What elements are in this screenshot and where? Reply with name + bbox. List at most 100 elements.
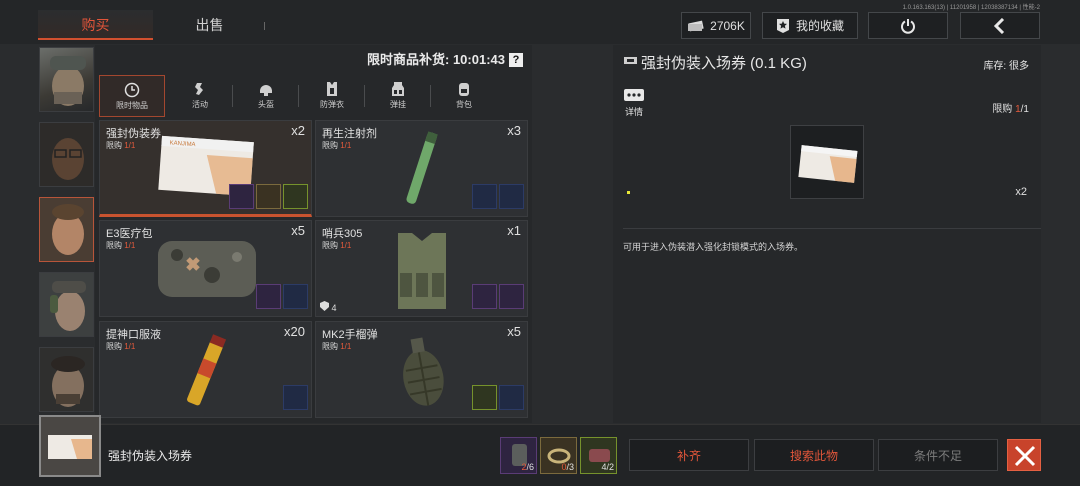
requirement-item-icon[interactable] <box>256 284 281 309</box>
armor-level: 4 <box>320 301 337 313</box>
detail-divider <box>623 228 1041 229</box>
clock-icon <box>124 82 140 98</box>
version-text: 1.0.163.163(13) | 11201958 | 12038387134… <box>902 5 1040 11</box>
close-icon <box>1014 445 1036 467</box>
item-limit: 限购 1/1 <box>322 141 352 150</box>
tonic-image <box>187 334 227 406</box>
chevron-left-icon <box>993 17 1005 34</box>
requirement-slot-ring[interactable]: 0/3 <box>540 437 577 474</box>
close-button[interactable] <box>1007 439 1041 471</box>
detail-quantity: x2 <box>1015 186 1027 198</box>
grenade-image <box>403 337 444 406</box>
requirement-item-icon[interactable] <box>283 385 308 410</box>
item-name: 提神口服液 <box>106 329 161 341</box>
character-avatar-2[interactable] <box>39 122 94 187</box>
event-icon <box>195 83 203 95</box>
category-rig[interactable]: 弹挂 <box>365 75 431 117</box>
rig-icon <box>392 82 404 96</box>
requirement-ammo-icon[interactable] <box>499 385 524 410</box>
requirement-item-icon[interactable] <box>499 284 524 309</box>
item-limit: 限购 1/1 <box>322 342 352 351</box>
help-button[interactable]: ? <box>509 53 523 67</box>
category-limited[interactable]: 限时物品 <box>99 75 165 117</box>
vest-image <box>398 233 446 309</box>
item-name: 再生注射剂 <box>322 128 377 140</box>
selected-item-name: 强封伪装入场券 <box>108 449 193 463</box>
requirement-slot-chip[interactable]: 4/2 <box>580 437 617 474</box>
chat-bubble-icon <box>624 89 644 101</box>
shield-icon <box>320 301 329 311</box>
marker-dot <box>627 191 630 194</box>
selected-item-thumbnail[interactable] <box>39 415 101 477</box>
requirement-can-icon[interactable] <box>229 184 254 209</box>
category-bar: 限时物品 活动 头盔 防弹衣 弹挂 背包 <box>95 75 532 117</box>
requirement-chip-icon[interactable] <box>283 184 308 209</box>
fill-button[interactable]: 补齐 <box>629 439 749 471</box>
conditions-not-met-button[interactable]: 条件不足 <box>878 439 998 471</box>
item-card-tonic[interactable]: 提神口服液 限购 1/1 x20 <box>99 321 312 418</box>
details-label: 详情 <box>624 107 643 117</box>
character-avatar-3-selected[interactable] <box>39 197 94 262</box>
requirement-gun-icon[interactable] <box>472 385 497 410</box>
requirement-count: 4/2 <box>601 462 614 472</box>
medkit-image <box>158 241 256 297</box>
tab-sell[interactable]: 出售 <box>152 10 267 40</box>
category-vest[interactable]: 防弹衣 <box>299 75 365 117</box>
item-card-e3-medkit[interactable]: E3医疗包 限购 1/1 x5 <box>99 220 312 317</box>
requirement-cash-icon[interactable] <box>499 184 524 209</box>
backpack-icon <box>459 83 469 96</box>
item-count: x1 <box>507 223 521 238</box>
category-backpack[interactable]: 背包 <box>431 75 497 117</box>
bottom-bar: 强封伪装入场券 2/6 0/3 4/2 补齐 搜索此物 条件不足 <box>0 415 1080 486</box>
favorites-label: 我的收藏 <box>795 19 844 33</box>
requirement-gun-icon[interactable] <box>283 284 308 309</box>
search-item-button[interactable]: 搜索此物 <box>754 439 874 471</box>
detail-item-image <box>790 125 864 199</box>
category-helmet[interactable]: 头盔 <box>233 75 299 117</box>
tab-buy[interactable]: 购买 <box>38 10 153 40</box>
item-limit: 限购 1/1 <box>106 141 136 150</box>
helmet-icon <box>260 85 272 96</box>
stock-label: 库存: 很多 <box>983 61 1029 72</box>
restock-timer: 限时商品补货: 10:01:43 <box>367 52 505 67</box>
item-description: 可用于进入伪装潜入强化封锁模式的入场券。 <box>623 242 804 252</box>
tab-divider <box>264 22 265 30</box>
item-card-regen-injector[interactable]: 再生注射剂 限购 1/1 x3 <box>315 120 528 217</box>
item-card-camo-ticket[interactable]: 强封伪装券 限购 1/1 x2 KANJIMA <box>99 120 312 217</box>
item-card-mk2-grenade[interactable]: MK2手榴弹 限购 1/1 x5 <box>315 321 528 418</box>
category-label: 活动 <box>192 100 208 109</box>
requirement-jar-icon[interactable] <box>472 284 497 309</box>
character-avatar-1[interactable] <box>39 47 94 112</box>
requirement-slot-can[interactable]: 2/6 <box>500 437 537 474</box>
character-list <box>38 45 95 421</box>
item-count: x20 <box>284 324 305 339</box>
favorites-button[interactable]: 我的收藏 <box>762 12 858 39</box>
injector-image <box>406 131 438 204</box>
category-event[interactable]: 活动 <box>167 75 233 117</box>
item-card-sentinel-305[interactable]: 哨兵305 限购 1/1 x1 4 <box>315 220 528 317</box>
category-label: 防弹衣 <box>320 100 344 109</box>
requirement-count: 0/3 <box>561 462 574 472</box>
currency-display[interactable]: 2706K <box>681 12 751 39</box>
requirement-item-icon[interactable] <box>472 184 497 209</box>
ticket-icon <box>624 57 637 64</box>
item-name: E3医疗包 <box>106 228 153 240</box>
item-name: 哨兵305 <box>322 228 363 240</box>
character-avatar-4[interactable] <box>39 272 94 337</box>
star-badge-icon <box>776 18 789 33</box>
power-icon <box>901 18 915 34</box>
back-button[interactable] <box>960 12 1040 39</box>
shop-panel: 限时商品补货: 10:01:43 ? 限时物品 活动 头盔 防弹衣 弹挂 背包 … <box>95 45 532 423</box>
power-button[interactable] <box>868 12 948 39</box>
top-bar: 购买 出售 1.0.163.163(13) | 11201958 | 12038… <box>0 0 1080 44</box>
requirement-ring-icon[interactable] <box>256 184 281 209</box>
item-count: x3 <box>507 123 521 138</box>
currency-amount: 2706K <box>710 18 745 33</box>
character-avatar-5[interactable] <box>39 347 94 412</box>
category-label: 头盔 <box>258 100 274 109</box>
category-label: 弹挂 <box>390 100 406 109</box>
category-label: 限时物品 <box>116 101 148 110</box>
details-button[interactable]: 详情 <box>623 89 645 118</box>
item-limit: 限购 1/1 <box>106 241 136 250</box>
vest-icon <box>327 82 337 96</box>
